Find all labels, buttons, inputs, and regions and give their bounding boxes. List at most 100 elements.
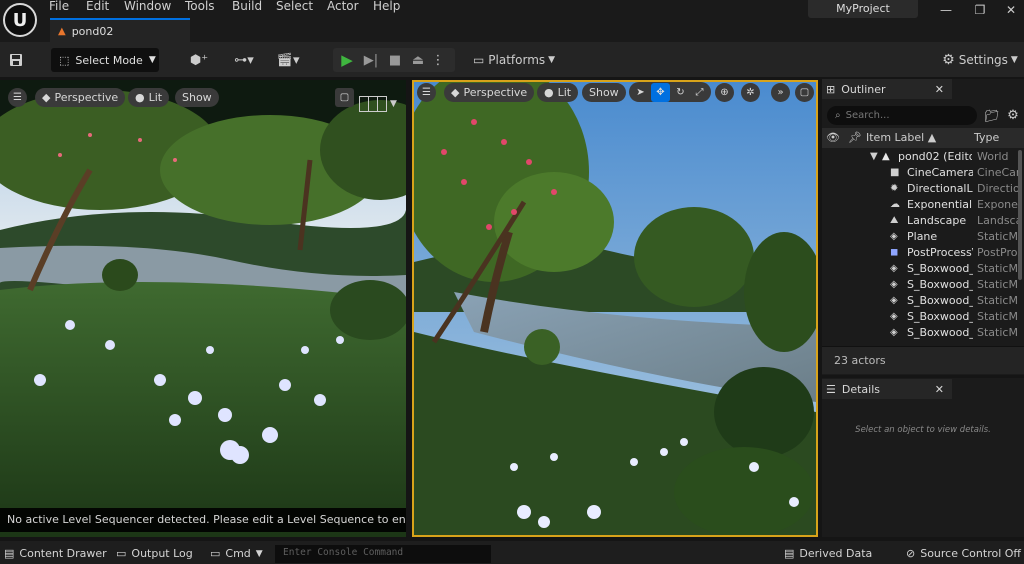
outliner-row[interactable]: ◼ PostProcessVolume PostProcessVolume xyxy=(822,246,1018,262)
menu-tools[interactable]: Tools xyxy=(185,0,215,13)
minimize-button[interactable]: — xyxy=(936,3,956,17)
level-sequencer-message: No active Level Sequencer detected. Plea… xyxy=(0,508,406,532)
menu-select[interactable]: Select xyxy=(276,0,313,13)
directional-light-icon: ✹ xyxy=(890,183,899,194)
type-column[interactable]: Type xyxy=(974,131,999,144)
expand-arrow-icon[interactable]: ▼ xyxy=(870,151,878,162)
hamburger-icon: ☰ xyxy=(422,87,431,98)
outliner-row[interactable]: ◈ S_Boxwood_ StaticMeshActor xyxy=(822,294,1018,310)
outliner-icon: ⊞ xyxy=(826,82,836,96)
pin-column-icon[interactable]: 📌︎ xyxy=(848,131,862,144)
row-type: CineCameraActor xyxy=(977,166,1018,179)
output-log-button[interactable]: ▭ Output Log xyxy=(116,543,193,564)
item-label-column[interactable]: Item Label ▲ xyxy=(866,131,936,144)
lit-button-left[interactable]: ● Lit xyxy=(128,88,170,107)
outliner-row[interactable]: ✹ DirectionalLight DirectionalLight xyxy=(822,182,1018,198)
gear-icon: ⚙ xyxy=(1007,108,1019,123)
folder-icon: 📁︎ xyxy=(984,108,1000,123)
select-tool-button[interactable]: ➤ xyxy=(631,83,650,102)
rotate-tool-button[interactable]: ↻ xyxy=(671,83,690,102)
outliner-row[interactable]: ◈ S_Boxwood_ StaticMeshActor xyxy=(822,310,1018,326)
menu-window[interactable]: Window xyxy=(124,0,171,13)
close-icon[interactable]: ✕ xyxy=(935,383,944,396)
row-name: S_Boxwood_ xyxy=(907,278,973,291)
eject-button[interactable]: ⏏ xyxy=(407,48,429,72)
viewport-left[interactable] xyxy=(0,80,406,537)
layout-dropdown[interactable]: ▼ xyxy=(356,94,400,114)
details-title: Details xyxy=(841,382,881,396)
visibility-column-icon[interactable]: 👁︎ xyxy=(826,131,840,144)
row-name: CineCameraActor xyxy=(907,166,973,179)
blueprint-icon: ⊶▾ xyxy=(234,52,254,68)
viewport-right[interactable] xyxy=(412,80,818,537)
details-tab[interactable]: ☰ Details ✕ xyxy=(822,379,952,399)
menu-help[interactable]: Help xyxy=(373,0,400,13)
double-chevron-right-icon: » xyxy=(777,87,784,98)
perspective-button-left[interactable]: ◆ Perspective xyxy=(35,88,126,107)
outliner-row[interactable]: ◈ S_Boxwood_ StaticMeshActor xyxy=(822,262,1018,278)
menu-actor[interactable]: Actor xyxy=(327,0,359,13)
console-command-input[interactable]: Enter Console Command xyxy=(275,545,491,563)
chevron-down-icon: ▼ xyxy=(548,55,556,65)
outliner-row[interactable]: ■ CineCameraActor CineCameraActor xyxy=(822,166,1018,182)
close-button[interactable]: ✕ xyxy=(1001,3,1021,17)
save-icon[interactable] xyxy=(5,48,27,72)
play-button[interactable]: ▶ xyxy=(336,48,358,72)
outliner-row[interactable]: ⛰︎ Landscape Landscape xyxy=(822,214,1018,230)
surface-snap-button[interactable]: ✲ xyxy=(741,83,760,102)
outliner-scrollbar[interactable] xyxy=(1018,150,1022,280)
menu-file[interactable]: File xyxy=(49,0,69,13)
add-actor-button[interactable]: ⬢⁺ xyxy=(183,48,215,72)
close-icon[interactable]: ✕ xyxy=(935,83,944,96)
maximize-viewport-button[interactable]: ▢ xyxy=(335,88,354,107)
add-folder-button[interactable]: 📁︎ xyxy=(983,106,1001,125)
details-panel xyxy=(822,378,1024,537)
show-button-right[interactable]: Show xyxy=(582,83,626,102)
blueprint-button[interactable]: ⊶▾ xyxy=(228,48,260,72)
content-drawer-button[interactable]: ▤ Content Drawer xyxy=(4,543,107,564)
scale-tool-button[interactable]: ⤢ xyxy=(690,83,709,102)
settings-dropdown[interactable]: ⚙ Settings ▼ xyxy=(940,48,1020,72)
select-mode-dropdown[interactable]: ⬚ Select Mode ▼ xyxy=(51,48,159,72)
outliner-settings-button[interactable]: ⚙ xyxy=(1004,106,1022,125)
tab-label: pond02 xyxy=(71,24,114,38)
menu-build[interactable]: Build xyxy=(232,0,262,13)
static-mesh-icon: ◈ xyxy=(890,311,898,322)
translate-tool-button[interactable]: ✥ xyxy=(651,83,670,102)
lit-button-right[interactable]: ● Lit xyxy=(537,83,579,102)
hamburger-icon: ☰ xyxy=(13,92,22,103)
derived-data-button[interactable]: ▤ Derived Data xyxy=(784,543,872,564)
unreal-logo-icon[interactable]: U xyxy=(3,3,37,37)
menu-edit[interactable]: Edit xyxy=(86,0,109,13)
source-control-button[interactable]: ⊘ Source Control Off xyxy=(906,543,1021,564)
cmd-dropdown[interactable]: ▭ Cmd ▼ xyxy=(210,543,263,564)
outliner-row[interactable]: ☁ ExponentialHeightFog ExponentialHeight… xyxy=(822,198,1018,214)
outliner-row[interactable]: ◈ Plane StaticMeshActor xyxy=(822,230,1018,246)
row-type: StaticMeshActor xyxy=(977,230,1018,243)
play-options-button[interactable]: ⋮ xyxy=(431,48,445,72)
platforms-dropdown[interactable]: ▭ Platforms ▼ xyxy=(472,48,556,72)
outliner-search-input[interactable]: ⌕ Search... xyxy=(827,106,977,125)
world-local-button[interactable]: ⊕ xyxy=(715,83,734,102)
outliner-row[interactable]: ◈ S_Boxwood_ StaticMeshActor xyxy=(822,278,1018,294)
stop-icon: ■ xyxy=(388,52,402,68)
outliner-tab[interactable]: ⊞ Outliner ✕ xyxy=(822,79,952,99)
content-drawer-icon: ▤ xyxy=(4,547,15,560)
scale-icon: ⤢ xyxy=(695,87,704,98)
viewport-menu-button[interactable]: ☰ xyxy=(417,83,436,102)
stop-button[interactable]: ■ xyxy=(384,48,406,72)
cinematics-button[interactable]: 🎬︎▾ xyxy=(272,48,304,72)
level-document-tab[interactable]: ▲ pond02 xyxy=(50,18,190,42)
outliner-row[interactable]: ▼ ▲ pond02 (Editor) World xyxy=(822,150,1018,166)
chevron-down-icon: ▼ xyxy=(390,99,397,109)
more-tools-button[interactable]: » xyxy=(771,83,790,102)
viewport-menu-button[interactable]: ☰ xyxy=(8,88,27,107)
restore-button[interactable]: ❐ xyxy=(970,3,990,17)
platforms-label: Platforms xyxy=(488,53,546,67)
outliner-row[interactable]: ◈ S_Boxwood_ StaticMeshActor xyxy=(822,326,1018,342)
static-mesh-icon: ◈ xyxy=(890,279,898,290)
perspective-button-right[interactable]: ◆ Perspective xyxy=(444,83,535,102)
show-button-left[interactable]: Show xyxy=(175,88,219,107)
advance-frame-button[interactable]: ▶| xyxy=(360,48,382,72)
maximize-viewport-button[interactable]: ▢ xyxy=(795,83,814,102)
